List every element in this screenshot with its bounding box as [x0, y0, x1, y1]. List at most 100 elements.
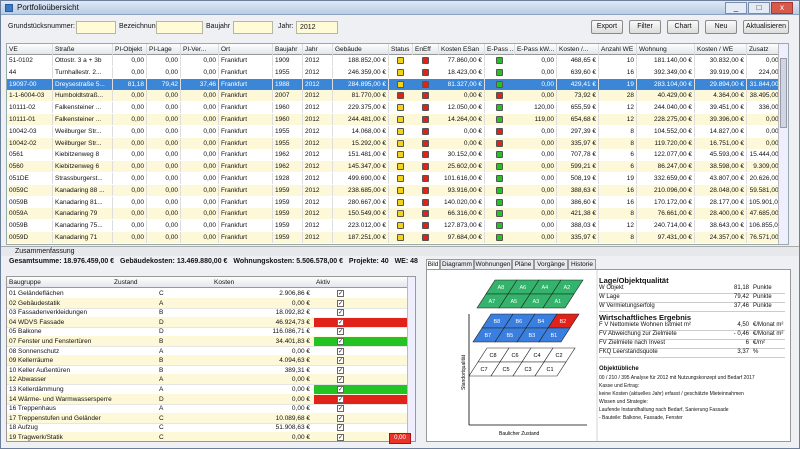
cell-pil: 0,00 [147, 232, 181, 243]
aktiv-checkbox[interactable]: ✓ [337, 395, 344, 403]
aktualisieren-button[interactable]: Aktualisieren [743, 20, 789, 34]
cell-ort: Frankfurt [219, 55, 273, 66]
table-row[interactable]: 0059B Kanadaring 75... 0,00 0,00 0,00 Frankfu… [7, 220, 787, 232]
bezeichnung-input[interactable] [156, 21, 203, 34]
column-header-epass[interactable]: E-Pass ... [485, 44, 515, 55]
column-header-kwe[interactable]: Kosten / WE [695, 44, 747, 55]
column-header-we[interactable]: Anzahl WE [599, 44, 637, 55]
column-header-pil[interactable]: PI-Lage [147, 44, 181, 55]
table-row[interactable]: 44 Turnhallestr. 2... 0,00 0,00 0,00 Frankfur… [7, 66, 787, 78]
cell-jahr: 2012 [303, 184, 333, 196]
close-button[interactable]: x [771, 2, 793, 14]
table-row[interactable]: 51-0102 Ottostr. 3 a + 3b 0,00 0,00 0,00 Fran… [7, 55, 787, 66]
column-header-kost[interactable]: Kosten /... [557, 44, 599, 55]
column-header-status[interactable]: Status [389, 44, 413, 55]
component-col-0[interactable]: Baugruppe [7, 277, 112, 288]
column-header-wohn[interactable]: Wohnung [637, 44, 695, 55]
table-row[interactable]: 0560 Kiebitzenweg 6 0,00 0,00 0,00 Frankfurt 1… [7, 161, 787, 173]
table-row[interactable]: 051DE Strassburgerst... 0,00 0,00 0,00 Frankf… [7, 173, 787, 184]
cell-kost: 388,03 € [557, 220, 599, 232]
summary-tab[interactable]: Zusammenfassung [15, 248, 75, 255]
table-row[interactable]: 10111-01 Falkensteiner ... 0,00 0,00 0,00 Fra… [7, 114, 787, 125]
column-header-pio[interactable]: PI-Objekt [113, 44, 147, 55]
table-row[interactable]: 1-1-6004-03 Humboldtstraß... 0,00 0,00 0,00 F… [7, 90, 787, 102]
column-header-ort[interactable]: Ort [219, 44, 273, 55]
column-header-piv[interactable]: PI-Ver... [181, 44, 219, 55]
aktiv-checkbox[interactable]: ✓ [337, 405, 344, 413]
table-scrollbar[interactable] [778, 44, 788, 244]
aktiv-checkbox[interactable]: ✓ [337, 309, 344, 317]
component-col-2[interactable]: Kosten [212, 277, 314, 288]
aktiv-checkbox[interactable]: ✓ [337, 338, 344, 345]
cell-we: 6 [599, 149, 637, 161]
component-col-3[interactable]: Aktiv [314, 277, 366, 288]
table-row[interactable]: 0561 Kiebitzenweg 8 0,00 0,00 0,00 Frankfurt 1… [7, 149, 787, 161]
component-col-1[interactable]: Zustand [112, 277, 212, 288]
epass-indicator [496, 163, 503, 171]
column-header-kesan[interactable]: Kosten ESan [439, 44, 485, 55]
aktiv-checkbox[interactable]: ✓ [337, 434, 344, 441]
status-indicator [397, 186, 404, 194]
matrix-label: A4 [542, 285, 549, 291]
baujahr-input[interactable] [233, 21, 273, 34]
minimize-button[interactable]: _ [725, 2, 747, 14]
grundstueck-input[interactable] [76, 21, 116, 34]
aktiv-checkbox[interactable]: ✓ [337, 386, 344, 393]
column-header-jahr[interactable]: Jahr [303, 44, 333, 55]
aktiv-checkbox[interactable]: ✓ [337, 347, 344, 355]
table-row[interactable]: 0059C Kanadaring 88 ... 0,00 0,00 0,00 Frankf… [7, 184, 787, 196]
table-row[interactable]: 0059B Kanadaring 81... 0,00 0,00 0,00 Frankfu… [7, 196, 787, 208]
cell-kwe: 16.751,00 € [695, 137, 747, 149]
cell-ort: Frankfurt [219, 90, 273, 102]
cell-kesan: 81.327,00 € [439, 78, 485, 90]
cell-geb: 151.481,00 € [333, 149, 389, 161]
aktiv-checkbox[interactable]: ✓ [337, 290, 344, 297]
cell-pio: 0,00 [113, 220, 147, 232]
aktiv-checkbox[interactable]: ✓ [337, 376, 344, 384]
neu-button[interactable]: Neu [705, 20, 737, 34]
table-row[interactable]: 10042-03 Weilburger Str... 0,00 0,00 0,00 Fra… [7, 125, 787, 137]
filter-button[interactable]: Filter [629, 20, 661, 34]
chart-button[interactable]: Chart [667, 20, 699, 34]
table-row[interactable]: 19097-00 Dreysestraße 5... 81,18 79,42 37,46… [7, 78, 787, 90]
red-action-button[interactable]: 0,00 [389, 433, 411, 444]
export-button[interactable]: Export [591, 20, 623, 34]
aktiv-checkbox[interactable]: ✓ [337, 366, 344, 374]
table-row[interactable]: 0059A Kanadaring 79 0,00 0,00 0,00 Frankfurt 1… [7, 208, 787, 220]
table-row[interactable]: 0059D Kanadaring 71 0,00 0,00 0,00 Frankfurt 1… [7, 232, 787, 243]
matrix-label: C8 [490, 353, 497, 359]
table-row[interactable]: 10111-02 Falkensteiner ... 0,00 0,00 0,00 Fra… [7, 102, 787, 114]
cell-pio: 0,00 [113, 173, 147, 184]
bezeichnung-label: Bezeichnung [119, 23, 160, 30]
column-header-epkw[interactable]: E-Pass kW... [515, 44, 557, 55]
eneff-indicator [422, 92, 429, 100]
aktiv-checkbox[interactable]: ✓ [337, 414, 344, 422]
scroll-thumb[interactable] [780, 58, 787, 128]
cell-ve: 0059A [7, 208, 53, 220]
maximize-button[interactable]: □ [748, 2, 770, 14]
component-row[interactable]: 19 Tragwerk/Statik C 0,00 € ✓ [7, 432, 411, 441]
column-header-bj[interactable]: Baujahr [273, 44, 303, 55]
aktiv-checkbox[interactable]: ✓ [337, 424, 344, 432]
table-row[interactable]: 10042-02 Weilburger Str... 0,00 0,00 0,00 Fra… [7, 137, 787, 149]
aktiv-checkbox[interactable]: ✓ [337, 328, 344, 336]
cell-we: 12 [599, 102, 637, 114]
aktiv-checkbox[interactable]: ✓ [337, 299, 344, 307]
aktiv-checkbox[interactable]: ✓ [337, 318, 344, 326]
cell-ort: Frankfurt [219, 78, 273, 90]
cell-geb: 187.251,00 € [333, 232, 389, 243]
column-header-geb[interactable]: Gebäude [333, 44, 389, 55]
eneff-indicator [422, 163, 429, 171]
jahr-input[interactable]: 2012 [296, 21, 338, 34]
cell-bj: 1960 [273, 102, 303, 114]
epass-indicator [496, 127, 503, 135]
component-scrollbar[interactable] [407, 277, 415, 441]
column-header-str[interactable]: Straße [53, 44, 113, 55]
wirt-row-label: F V Nettomiete Wohnen Istmiet m² [599, 322, 691, 328]
aktiv-checkbox[interactable]: ✓ [337, 357, 344, 365]
column-header-ve[interactable]: VE [7, 44, 53, 55]
cell-geb: 238.685,00 € [333, 184, 389, 196]
cell-str: Weilburger Str... [53, 125, 113, 137]
column-header-eneff[interactable]: EnEff [413, 44, 439, 55]
cell-wohn: 97.431,00 € [637, 232, 695, 243]
